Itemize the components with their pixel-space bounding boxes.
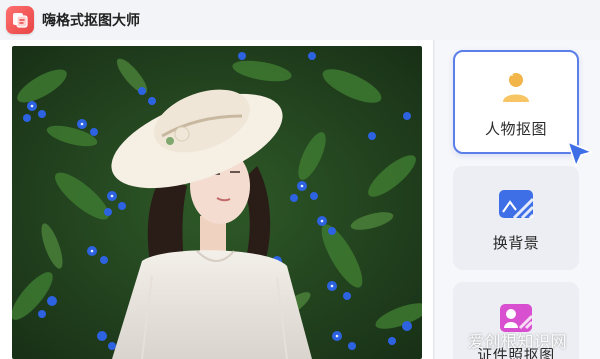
title-bar: 嗨格式抠图大师 bbox=[0, 0, 600, 40]
sticker-cutout-icon bbox=[13, 13, 28, 28]
app-title: 嗨格式抠图大师 bbox=[42, 12, 140, 28]
preview-panel bbox=[0, 40, 434, 359]
tool-label: 人物抠图 bbox=[484, 121, 547, 138]
person-cutout-icon bbox=[503, 72, 529, 102]
preview-photo bbox=[12, 46, 422, 359]
change-background-icon bbox=[499, 190, 535, 220]
app-logo bbox=[6, 6, 34, 34]
tool-person-cutout[interactable]: 人物抠图 bbox=[453, 50, 579, 154]
watermark-text: 爱创根知识网 bbox=[468, 334, 568, 351]
tool-label: 换背景 bbox=[492, 235, 540, 252]
cursor-arrow-icon bbox=[567, 141, 593, 167]
tool-change-background[interactable]: 换背景 bbox=[453, 166, 579, 270]
tool-panel: 人物抠图 换背景 证件照抠图 bbox=[435, 40, 600, 359]
